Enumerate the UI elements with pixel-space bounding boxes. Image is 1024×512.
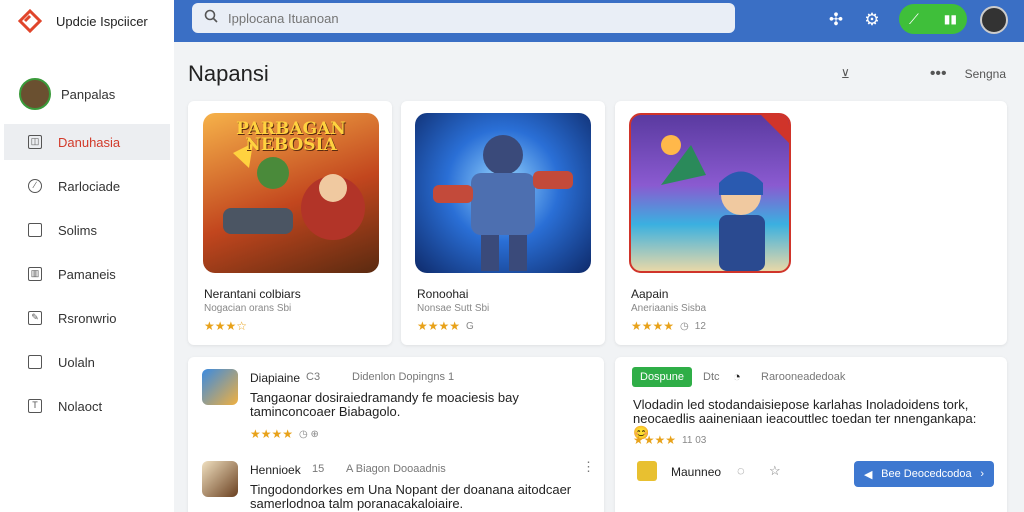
rating-meta: G <box>466 320 474 332</box>
status-badge: Dospune <box>632 367 693 387</box>
thumbnail-caption: PARBAGAN NEBOSIA <box>236 119 346 155</box>
sidebar-item-label: Nolaoct <box>58 398 103 414</box>
star-icon[interactable]: ☆ <box>769 463 781 479</box>
sidebar-item-library[interactable]: Uolaln <box>4 344 170 380</box>
rating-meta: 11 03 <box>682 434 707 446</box>
featured-meta: Rarooneadedoak <box>761 371 846 383</box>
document-icon: T <box>28 399 42 413</box>
reviewer-avatar <box>202 461 238 497</box>
megaphone-icon: ◀ <box>864 468 873 481</box>
sidebar-item-reviews[interactable]: ✎ Rsronwrio <box>4 300 170 336</box>
reviewer-name: Hennioek <box>250 463 301 477</box>
chevron-down-icon: › <box>980 468 984 480</box>
app-logo-icon <box>17 8 43 34</box>
chart-icon: ▥ <box>28 267 42 281</box>
game-thumbnail <box>629 113 791 273</box>
brand[interactable]: Updcie Ispciicer <box>0 0 174 42</box>
primary-action-button[interactable]: ◀ Bee Deocedcodoa › <box>854 461 994 487</box>
bars-icon: ▮▮ <box>943 12 957 26</box>
sidebar-item-recent[interactable]: ∕ Rarlociade <box>4 168 170 204</box>
stars-icon: ★★★★ <box>250 427 294 441</box>
corner-ribbon <box>761 115 789 143</box>
star-rating: ★★★★ ◷ 12 <box>631 319 706 333</box>
game-card[interactable]: PARBAGAN NEBOSIA Nerantani colbiars Noga… <box>188 101 392 345</box>
star-rating: ★★★★ G <box>417 319 474 333</box>
more-icon[interactable]: ••• <box>930 60 947 88</box>
game-title: Nerantani colbiars <box>204 287 301 301</box>
stars-icon: ★★★★ <box>633 433 677 447</box>
page-title: Napansi <box>188 61 269 86</box>
featured-card: Dospune Dtc ◔ Rarooneadedoak Vlodadin le… <box>615 357 1007 512</box>
clock-icon: ◷ ⊕ <box>299 428 319 440</box>
search-input[interactable] <box>228 10 668 26</box>
game-card[interactable]: Ronoohai Nonsae Sutt Sbi ★★★★ G <box>401 101 605 345</box>
rating-meta: 12 <box>694 320 706 332</box>
user-avatar[interactable] <box>980 6 1008 34</box>
stars-icon: ★★★★ <box>417 319 461 333</box>
sidebar: Panpalas ◫ Danuhasia ∕ Rarlociade Solims… <box>0 42 174 512</box>
game-title: Aapain <box>631 287 669 301</box>
app-name: Updcie Ispciicer <box>56 13 148 29</box>
header-actions: ⊻ ••• Sengna <box>836 60 1006 88</box>
sidebar-user[interactable]: Panpalas <box>0 42 174 124</box>
review-text: Tingodondorkes em Una Nopant der doanana… <box>250 482 572 511</box>
reviewer-name: Diapiaine <box>250 371 301 385</box>
gear-icon[interactable]: ⚙ <box>862 10 882 30</box>
review-count: C3 <box>306 371 321 383</box>
sidebar-item-dashboard[interactable]: ◫ Danuhasia <box>4 124 170 160</box>
avatar <box>19 78 51 110</box>
star-rating: ★★★☆ <box>204 319 247 333</box>
status-toggle[interactable]: ⟋ ▮▮ <box>899 4 967 34</box>
game-thumbnail <box>415 113 591 273</box>
featured-label: Dtc <box>703 371 720 383</box>
game-icon <box>637 461 657 481</box>
sidebar-item-panels[interactable]: ▥ Pamaneis <box>4 256 170 292</box>
more-vertical-icon[interactable]: ⋮ <box>582 459 595 475</box>
stars-icon: ★★★★ <box>631 319 675 333</box>
featured-author: Maunneo <box>671 465 722 479</box>
dashboard-icon: ◫ <box>28 135 42 149</box>
review-meta: Didenlon Dopingns 1 <box>352 371 455 383</box>
search-icon <box>204 9 218 28</box>
primary-action-label: Bee Deocedcodoa <box>881 468 972 480</box>
square-icon <box>28 223 42 237</box>
game-card[interactable]: Aapain Aneriaanis Sisba ★★★★ ◷ 12 <box>615 101 1007 345</box>
reviews-card: Diapiaine C3 Didenlon Dopingns 1 Tangaon… <box>188 357 604 512</box>
game-subtitle: Nonsae Sutt Sbi <box>417 303 490 314</box>
filter-icon[interactable]: ⊻ <box>836 60 855 88</box>
clock-icon: ∕ <box>28 179 42 193</box>
star-rating: ★★★★ 11 03 <box>633 433 706 447</box>
review-text: Tangaonar dosiraiedramandy fe moaciesis … <box>250 390 519 419</box>
sidebar-item-notes[interactable]: T Nolaoct <box>4 388 170 424</box>
star-rating: ★★★★ ◷ ⊕ <box>250 427 319 441</box>
reviewer-avatar <box>202 369 238 405</box>
sidebar-item-label: Solims <box>58 222 98 238</box>
sidebar-item-label: Danuhasia <box>58 134 121 150</box>
wand-icon: ⟋ <box>909 10 919 27</box>
game-title: Ronoohai <box>417 287 469 301</box>
top-bar: Updcie Ispciicer ✣ ⚙ ⟋ ▮▮ <box>0 0 1024 42</box>
game-subtitle: Nogacian orans Sbi <box>204 303 292 314</box>
search-bar[interactable] <box>192 3 735 33</box>
comment-icon[interactable]: ◌ <box>737 463 745 478</box>
bookmark-icon <box>28 355 42 369</box>
sidebar-item-label: Uolaln <box>58 354 95 370</box>
sidebar-item-label: Rarlociade <box>58 178 121 194</box>
game-subtitle: Aneriaanis Sisba <box>631 303 707 314</box>
sort-button[interactable]: Sengna <box>965 60 1006 88</box>
review-meta: A Biagon Dooaadnis <box>346 463 446 475</box>
game-thumbnail: PARBAGAN NEBOSIA <box>203 113 379 273</box>
user-name: Panpalas <box>61 86 116 102</box>
review-count: 15 <box>312 463 325 475</box>
sidebar-item-solims[interactable]: Solims <box>4 212 170 248</box>
clock-icon: ◷ <box>680 320 689 332</box>
puzzle-icon[interactable]: ✣ <box>826 10 846 30</box>
sidebar-item-label: Pamaneis <box>58 266 116 282</box>
edit-icon: ✎ <box>28 311 42 325</box>
stars-icon: ★★★☆ <box>204 319 248 333</box>
sidebar-item-label: Rsronwrio <box>58 310 117 326</box>
timer-icon: ◔ <box>733 369 741 384</box>
